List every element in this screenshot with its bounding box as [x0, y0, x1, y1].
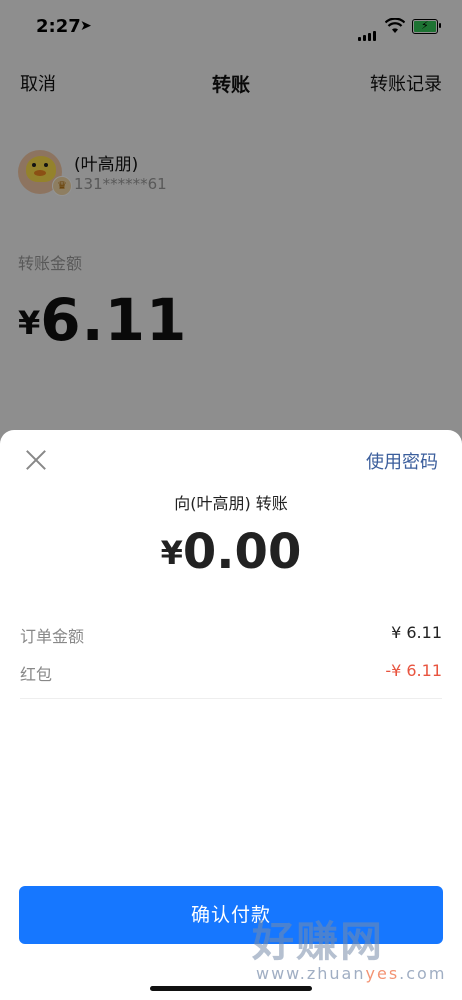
divider: [20, 698, 442, 699]
row-label: 红包: [20, 665, 53, 684]
payment-sheet: 使用密码 向(叶高朋) 转账 ¥0.00 订单金额 ¥ 6.11 红包 -¥ 6…: [0, 430, 462, 1000]
close-icon[interactable]: [24, 448, 48, 472]
home-indicator[interactable]: [150, 986, 312, 991]
red-packet-row: 红包 -¥ 6.11: [20, 661, 442, 687]
order-amount-row: 订单金额 ¥ 6.11: [20, 623, 442, 649]
confirm-payment-button[interactable]: 确认付款: [19, 886, 443, 944]
sheet-currency: ¥: [160, 534, 183, 572]
sheet-amount: ¥0.00: [0, 524, 462, 580]
row-value: ¥ 6.11: [391, 623, 442, 642]
row-label: 订单金额: [20, 627, 85, 646]
row-value: -¥ 6.11: [385, 661, 442, 680]
sheet-title: 向(叶高朋) 转账: [174, 494, 288, 513]
sheet-amount-value: 0.00: [182, 524, 302, 580]
use-password-button[interactable]: 使用密码: [366, 448, 438, 474]
